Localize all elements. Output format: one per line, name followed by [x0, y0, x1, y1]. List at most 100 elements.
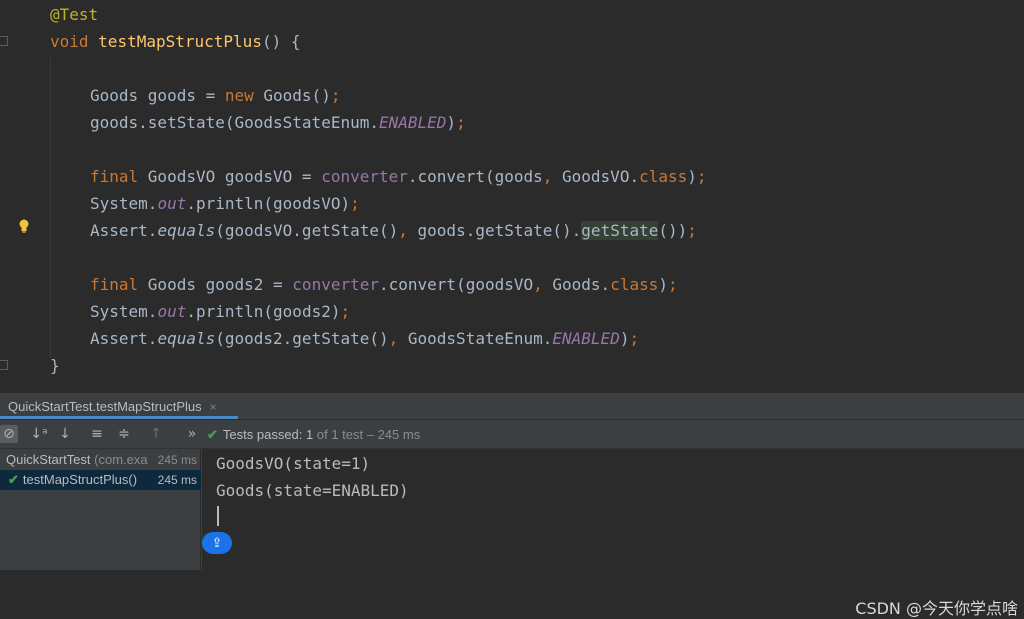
code-line: System.out.println(goods2);: [90, 298, 350, 325]
code-token: .println(goodsVO): [186, 194, 351, 213]
test-class-package: (com.exa: [90, 452, 148, 467]
code-token: ): [446, 113, 457, 132]
code-token: System.: [90, 194, 158, 213]
code-token: ;: [330, 86, 341, 105]
previous-failed-test-icon[interactable]: ↑: [147, 425, 165, 443]
code-token: Assert.: [90, 221, 158, 240]
sort-by-duration-icon[interactable]: ↓: [56, 425, 74, 443]
code-line: }: [50, 352, 60, 379]
code-token: ENABLED: [378, 113, 447, 132]
code-line: final GoodsVO goodsVO = converter.conver…: [90, 163, 707, 190]
code-token: ;: [629, 329, 640, 348]
code-line: @Test: [50, 1, 98, 28]
indent-guide: [50, 58, 51, 358]
code-token: Assert.: [90, 329, 158, 348]
stop-icon[interactable]: ⊘: [0, 425, 18, 443]
test-status: ✔ Tests passed: 1 of 1 test – 245 ms: [207, 420, 420, 449]
check-icon: ✔: [8, 472, 19, 487]
code-token: ;: [340, 302, 351, 321]
code-token: testMapStructPlus: [98, 32, 262, 51]
code-line: Assert.equals(goodsVO.getState(), goods.…: [90, 217, 697, 244]
code-line: Assert.equals(goods2.getState(), GoodsSt…: [90, 325, 639, 352]
code-token: ): [658, 275, 668, 294]
code-token: new: [224, 86, 264, 105]
code-token: goods.getState().: [417, 221, 582, 240]
code-token: (goods2.getState(): [215, 329, 389, 348]
scroll-to-end-icon[interactable]: ⇪: [202, 532, 232, 554]
status-passed-text: Tests passed:: [222, 427, 307, 442]
active-tab-indicator: [0, 416, 238, 419]
run-tab-label: QuickStartTest.testMapStructPlus: [8, 399, 202, 414]
code-line: Goods goods = new Goods();: [90, 82, 340, 109]
code-editor[interactable]: @Test void testMapStructPlus() { Goods goo…: [0, 0, 1024, 393]
lightbulb-icon[interactable]: [18, 219, 30, 233]
code-token: GoodsVO goodsVO =: [147, 167, 322, 186]
console-line: Goods(state=ENABLED): [216, 481, 409, 500]
check-icon: ✔: [207, 427, 218, 442]
code-token: Goods goods2 =: [147, 275, 293, 294]
status-detail: of 1 test – 245 ms: [313, 427, 421, 442]
code-token: () {: [261, 32, 301, 51]
watermark: CSDN @今天你学点啥: [855, 599, 1018, 618]
code-token: goods.setState(GoodsStateEnum.: [90, 113, 379, 132]
code-token: equals: [157, 329, 216, 348]
code-token: @Test: [50, 5, 99, 24]
test-toolbar: ⊘ ↓ᵃ ↓ ≡ ≑ ↑ » ✔ Tests passed: 1 of 1 tes…: [0, 420, 1024, 449]
code-token: .convert(goodsVO: [379, 275, 534, 294]
code-token: System.: [90, 302, 158, 321]
code-token: final: [90, 275, 148, 294]
code-token: ,: [533, 275, 553, 294]
code-token: Goods.: [552, 275, 611, 294]
close-icon[interactable]: ×: [210, 400, 217, 414]
code-token: out: [157, 302, 187, 321]
console-line: GoodsVO(state=1): [216, 454, 371, 473]
more-actions-icon[interactable]: »: [183, 425, 201, 443]
code-token: .convert(goods: [407, 167, 543, 186]
run-tab-bar: QuickStartTest.testMapStructPlus ×: [0, 393, 1024, 420]
code-token: ;: [350, 194, 360, 213]
text-caret: [217, 506, 219, 526]
code-token: converter: [321, 167, 408, 186]
collapse-all-icon[interactable]: ≑: [115, 425, 133, 443]
test-method-label: testMapStructPlus(): [22, 472, 138, 487]
code-token: ;: [668, 275, 678, 294]
code-token: ,: [398, 221, 418, 240]
code-token: }: [50, 356, 60, 375]
code-token: ;: [687, 221, 697, 240]
test-tree-root[interactable]: QuickStartTest (com.exa 245 ms: [0, 450, 201, 470]
code-token: Goods(): [263, 86, 331, 105]
sort-alphabetically-icon[interactable]: ↓ᵃ: [30, 425, 48, 443]
test-method-time: 245 ms: [157, 473, 197, 487]
code-token: equals: [157, 221, 216, 240]
code-token: out: [157, 194, 187, 213]
code-token: ;: [456, 113, 466, 132]
code-line: System.out.println(goodsVO);: [90, 190, 360, 217]
test-tree-item[interactable]: ✔ testMapStructPlus() 245 ms: [0, 470, 201, 490]
code-token: converter: [292, 275, 379, 294]
fold-marker-open[interactable]: [0, 36, 8, 46]
test-tree: QuickStartTest (com.exa 245 ms ✔ testMapS…: [0, 449, 201, 570]
code-token: .println(goods2): [186, 302, 341, 321]
code-token: ;: [696, 167, 707, 186]
code-token: final: [90, 167, 148, 186]
code-token: Goods goods =: [90, 86, 225, 105]
code-token: class: [610, 275, 659, 294]
code-token: getState: [581, 221, 659, 240]
expand-all-icon[interactable]: ≡: [88, 425, 106, 443]
fold-marker-close[interactable]: [0, 360, 8, 370]
code-token: ): [687, 167, 697, 186]
code-line: final Goods goods2 = converter.convert(g…: [90, 271, 678, 298]
code-token: void: [50, 32, 99, 51]
code-token: GoodsVO.: [562, 167, 640, 186]
test-class-label: QuickStartTest: [6, 452, 91, 467]
code-token: ()): [658, 221, 688, 240]
code-token: GoodsStateEnum.: [407, 329, 553, 348]
code-token: ENABLED: [552, 329, 620, 348]
code-line: void testMapStructPlus() {: [50, 28, 300, 55]
code-token: (goodsVO.getState(): [215, 221, 399, 240]
code-token: class: [639, 167, 688, 186]
run-tool-window: QuickStartTest.testMapStructPlus × ⊘ ↓ᵃ …: [0, 393, 1024, 618]
test-class-time: 245 ms: [157, 453, 197, 467]
console-output[interactable]: GoodsVO(state=1) Goods(state=ENABLED) ⇪ …: [202, 449, 1024, 618]
editor-gutter: [0, 0, 12, 393]
